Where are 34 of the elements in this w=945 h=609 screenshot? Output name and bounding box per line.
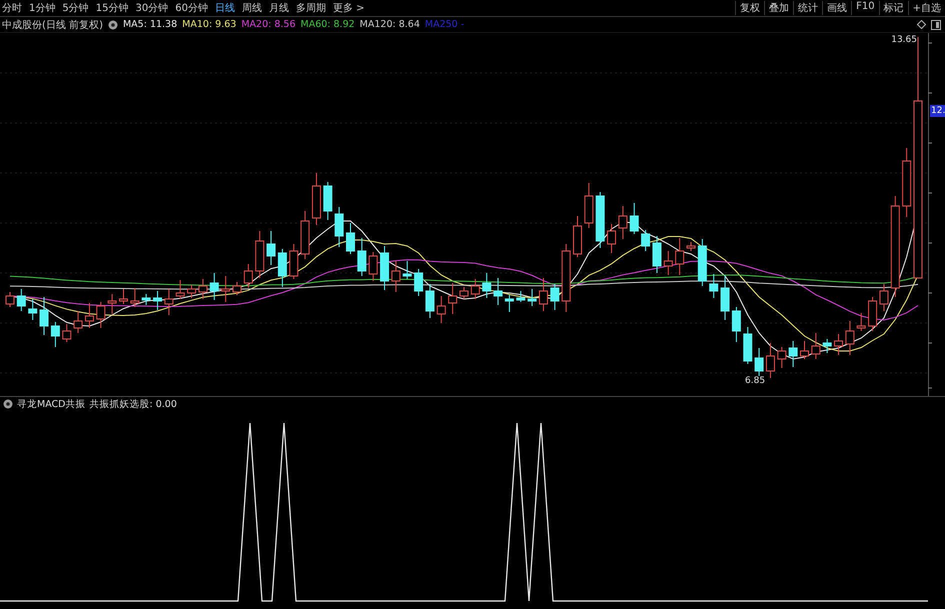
settings-icon[interactable] (108, 20, 118, 30)
period-tab[interactable]: 月线 (268, 1, 289, 15)
chart-title: 中成股份(日线 前复权) (2, 18, 103, 32)
price-tag: 12. (930, 105, 945, 117)
diamond-icon[interactable] (917, 20, 926, 29)
indicator-title: 寻龙MACD共振 (17, 398, 86, 410)
toolbar-button[interactable]: +自选 (908, 1, 945, 15)
period-tab[interactable]: 更多 > (332, 1, 365, 15)
settings-icon[interactable] (3, 399, 13, 409)
ma-legend-item: MA60: 8.92 (300, 19, 355, 30)
high-price-label: 13.65 (891, 35, 917, 45)
period-tab[interactable]: 30分钟 (135, 1, 168, 15)
period-tab[interactable]: 1分钟 (29, 1, 56, 15)
period-tab[interactable]: 15分钟 (96, 1, 128, 15)
period-tab[interactable]: 60分钟 (175, 1, 208, 15)
toolbar-button[interactable]: F10 (851, 1, 879, 15)
period-tab[interactable]: 5分钟 (62, 1, 89, 15)
ma-legend-item: MA120: 8.64 (360, 19, 420, 30)
toolbar-button[interactable]: 标记 (878, 1, 908, 15)
indicator-value: 共振抓妖选股: 0.00 (89, 398, 177, 410)
ma-legend-item: MA10: 9.63 (182, 19, 236, 30)
period-tab[interactable]: 分时 (2, 1, 22, 15)
ma-legend-item: MA20: 8.56 (241, 19, 296, 30)
ma-legend-item: MA250 - (424, 19, 464, 30)
toolbar-button[interactable]: 统计 (793, 1, 822, 15)
period-tab[interactable]: 周线 (242, 1, 262, 15)
toolbar-button[interactable]: 画线 (822, 1, 852, 15)
toolbar-button[interactable]: 复权 (735, 1, 764, 15)
period-tab[interactable]: 日线 (214, 1, 235, 15)
low-price-label: 6.85 (745, 376, 766, 386)
period-tab[interactable]: 多周期 (296, 1, 326, 15)
toolbar-button[interactable]: 叠加 (764, 1, 794, 15)
ma-legend-item: MA5: 11.38 (122, 19, 178, 30)
panel-icon[interactable] (931, 20, 941, 30)
